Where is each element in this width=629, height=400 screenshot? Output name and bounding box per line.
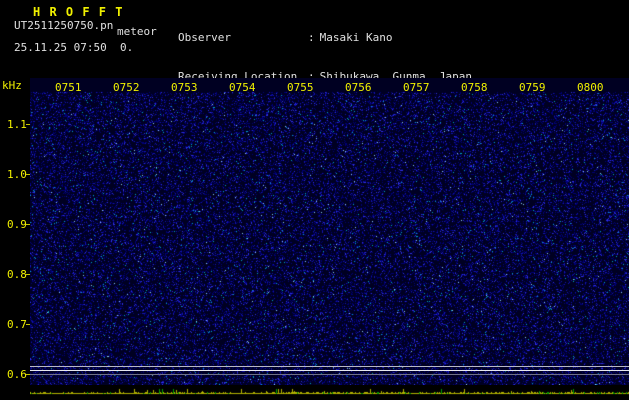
x-tick-label: 0756 xyxy=(345,81,372,94)
x-tick-label: 0800 xyxy=(577,81,604,94)
x-tick-label: 0758 xyxy=(461,81,488,94)
x-tick-label: 0751 xyxy=(55,81,82,94)
carrier-line xyxy=(30,366,629,367)
output-filename: UT2511250750.pn xyxy=(14,19,113,32)
app-title: H R O F F T xyxy=(33,5,123,19)
x-tick-label: 0752 xyxy=(113,81,140,94)
x-tick-label: 0755 xyxy=(287,81,314,94)
hrofft-screen: H R O F F T UT2511250750.pn meteor 25.11… xyxy=(0,0,629,400)
x-tick-label: 0754 xyxy=(229,81,256,94)
info-label: Observer xyxy=(178,31,308,44)
level-trace-canvas xyxy=(30,385,629,400)
x-tick-label: 0753 xyxy=(171,81,198,94)
timestamp: 25.11.25 07:50 0. xyxy=(14,41,133,54)
carrier-line xyxy=(30,374,629,375)
info-value: Masaki Kano xyxy=(315,31,393,44)
x-tick-label: 0757 xyxy=(403,81,430,94)
info-row: Observer: Masaki Kano xyxy=(178,31,525,44)
spectrogram-plot: 0751 0752 0753 0754 0755 0756 0757 0758 … xyxy=(30,78,629,385)
x-tick-label: 0759 xyxy=(519,81,546,94)
carrier-line xyxy=(30,370,629,371)
y-axis-unit: kHz xyxy=(2,79,22,92)
mode-label: meteor xyxy=(117,25,157,38)
spectrogram-canvas xyxy=(30,78,629,385)
info-sep: : xyxy=(308,31,315,44)
